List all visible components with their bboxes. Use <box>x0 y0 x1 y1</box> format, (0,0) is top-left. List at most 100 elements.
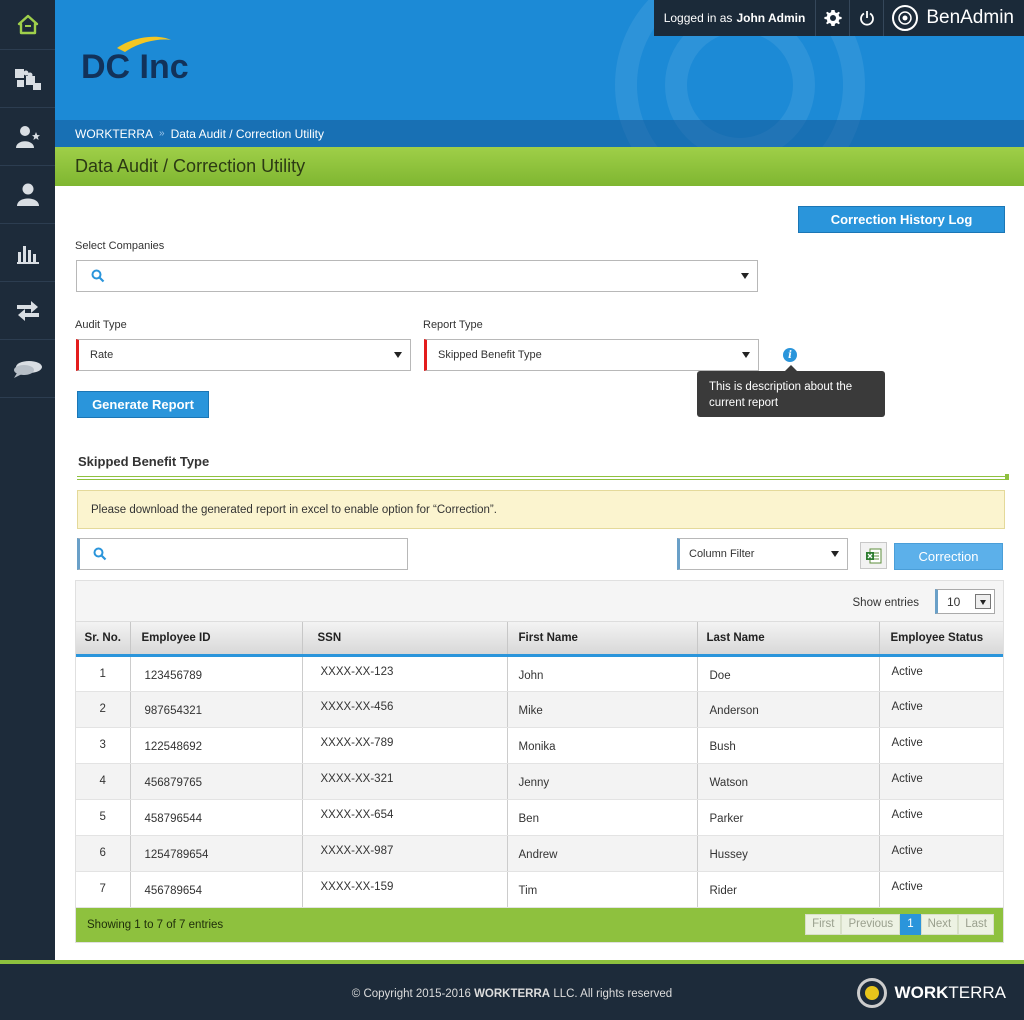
user-name[interactable]: John Admin <box>736 11 805 25</box>
settings-button[interactable] <box>816 0 851 36</box>
info-icon[interactable]: i <box>783 348 797 362</box>
table-row[interactable]: 6 1254789654 XXXX-XX-987 Andrew Hussey A… <box>76 835 1003 872</box>
correction-history-log-button[interactable]: Correction History Log <box>798 206 1005 233</box>
logout-button[interactable] <box>850 0 885 36</box>
table-row[interactable]: 3 122548692 XXXX-XX-789 Monika Bush Acti… <box>76 727 1003 764</box>
cell-last-name: Parker <box>697 799 880 836</box>
column-header-last-name[interactable]: Last Name <box>697 622 880 657</box>
ssn-text: XXXX-XX-159 <box>320 881 394 893</box>
sidebar-item-reports[interactable] <box>0 224 55 282</box>
table-row[interactable]: 4 456879765 XXXX-XX-321 Jenny Watson Act… <box>76 763 1003 800</box>
pagination-last[interactable]: Last <box>958 913 994 935</box>
employee-status-text: Active <box>891 881 923 893</box>
app-brand: BenAdmin <box>884 0 1024 36</box>
sidebar-item-transfer[interactable] <box>0 282 55 340</box>
first-name-text: Monika <box>518 741 556 753</box>
correction-button[interactable]: Correction <box>894 543 1003 570</box>
cell-first-name: Monika <box>507 727 698 764</box>
cell-employee-id: 1254789654 <box>130 835 303 872</box>
employee-status-text: Active <box>891 737 923 749</box>
search-icon <box>93 547 107 561</box>
export-excel-button[interactable] <box>860 542 887 569</box>
cell-employee-id: 123456789 <box>130 655 303 692</box>
first-name-text: Ben <box>518 813 539 825</box>
puzzle-icon <box>14 68 41 90</box>
column-header-ssn[interactable]: SSN <box>302 622 508 657</box>
cell-first-name: Jenny <box>507 763 698 800</box>
section-divider <box>77 474 1009 480</box>
cell-employee-id: 122548692 <box>130 727 303 764</box>
pagination-previous[interactable]: Previous <box>841 913 901 935</box>
last-name-text: Parker <box>709 813 744 825</box>
employee-status-text: Active <box>891 701 923 713</box>
column-filter-select[interactable]: Column Filter <box>677 538 848 570</box>
footer-brand-bold: WORK <box>894 983 949 1002</box>
show-entries-label: Show entries <box>852 597 919 609</box>
copyright-prefix: © Copyright 2015-2016 <box>351 988 471 1000</box>
report-type-select[interactable]: Skipped Benefit Type <box>424 339 759 371</box>
sidebar-item-messages[interactable] <box>0 340 55 398</box>
page-title: Data Audit / Correction Utility <box>75 156 306 176</box>
cell-first-name: Ben <box>507 799 698 836</box>
table-row[interactable]: 1 123456789 XXXX-XX-123 John Doe Active <box>76 655 1003 692</box>
excel-icon <box>865 548 881 563</box>
cell-sr-no: 6 <box>76 835 131 872</box>
breadcrumb-separator: » <box>159 128 165 139</box>
employee-id-text: 456879765 <box>144 777 203 789</box>
column-header-first-name[interactable]: First Name <box>507 622 698 657</box>
employee-status-text: Active <box>891 665 923 678</box>
ssn-text: XXXX-XX-321 <box>320 773 394 785</box>
ssn-text: XXXX-XX-789 <box>320 737 394 749</box>
table-row[interactable]: 2 987654321 XXXX-XX-456 Mike Anderson Ac… <box>76 691 1003 728</box>
select-companies-dropdown[interactable] <box>76 260 758 292</box>
copyright-company: WORKTERRA <box>474 988 551 1000</box>
column-header-employee-id[interactable]: Employee ID <box>130 622 303 657</box>
cell-last-name: Bush <box>697 727 880 764</box>
svg-text:DC Inc: DC Inc <box>81 48 189 86</box>
sidebar-item-users[interactable] <box>0 166 55 224</box>
table-row[interactable]: 7 456789654 XXXX-XX-159 Tim Rider Active <box>76 871 1003 908</box>
audit-type-select[interactable]: Rate <box>76 339 411 371</box>
login-status: Logged in as John Admin <box>654 0 817 36</box>
cell-last-name: Anderson <box>697 691 880 728</box>
footer-brand-light: TERRA <box>948 983 1006 1002</box>
pagination-first[interactable]: First <box>805 913 842 935</box>
first-name-text: Jenny <box>518 777 550 789</box>
search-icon <box>91 269 105 283</box>
ssn-text: XXXX-XX-987 <box>320 845 394 857</box>
footer: © Copyright 2015-2016 WORKTERRA LLC. All… <box>0 960 1024 1020</box>
cell-employee-status: Active <box>879 799 1003 836</box>
last-name-text: Rider <box>709 885 737 897</box>
column-header-sr-no[interactable]: Sr. No. <box>76 622 131 657</box>
pagination-next[interactable]: Next <box>920 913 959 935</box>
table-row[interactable]: 5 458796544 XXXX-XX-654 Ben Parker Activ… <box>76 799 1003 836</box>
employee-status-text: Active <box>891 845 923 857</box>
cell-sr-no: 1 <box>76 655 131 692</box>
sidebar-item-user-favorites[interactable] <box>0 108 55 166</box>
report-table-container: Show entries 10 Sr. No. Employee ID SSN … <box>75 580 1004 943</box>
table-search-input[interactable] <box>77 538 408 570</box>
ssn-text: XXXX-XX-123 <box>320 665 394 678</box>
top-bar: Logged in as John Admin BenAdmin <box>653 0 1024 36</box>
first-name-text: Mike <box>518 705 543 717</box>
ssn-text: XXXX-XX-654 <box>320 809 394 821</box>
copyright-suffix: LLC. All rights reserved <box>553 988 673 1000</box>
cell-ssn: XXXX-XX-987 <box>302 835 508 872</box>
sidebar-item-home[interactable] <box>0 0 55 50</box>
generate-report-button[interactable]: Generate Report <box>77 391 209 418</box>
footer-brand: WORK TERRA <box>856 978 1006 1008</box>
home-icon <box>17 14 38 34</box>
table-footer: Showing 1 to 7 of 7 entries First Previo… <box>76 907 1003 942</box>
cell-employee-id: 456879765 <box>130 763 303 800</box>
cell-first-name: Mike <box>507 691 698 728</box>
gear-icon <box>824 10 842 26</box>
chat-icon <box>13 360 42 378</box>
sidebar-item-modules[interactable] <box>0 50 55 108</box>
user-icon <box>16 183 39 206</box>
header: DC Inc Logged in as John Admin BenAdmin <box>55 0 1024 147</box>
column-header-employee-status[interactable]: Employee Status <box>879 622 1003 657</box>
audit-type-value: Rate <box>90 349 114 361</box>
entries-per-page-select[interactable]: 10 <box>935 589 995 614</box>
breadcrumb-item-home[interactable]: WORKTERRA <box>75 127 153 141</box>
pagination-page-1[interactable]: 1 <box>900 913 921 935</box>
